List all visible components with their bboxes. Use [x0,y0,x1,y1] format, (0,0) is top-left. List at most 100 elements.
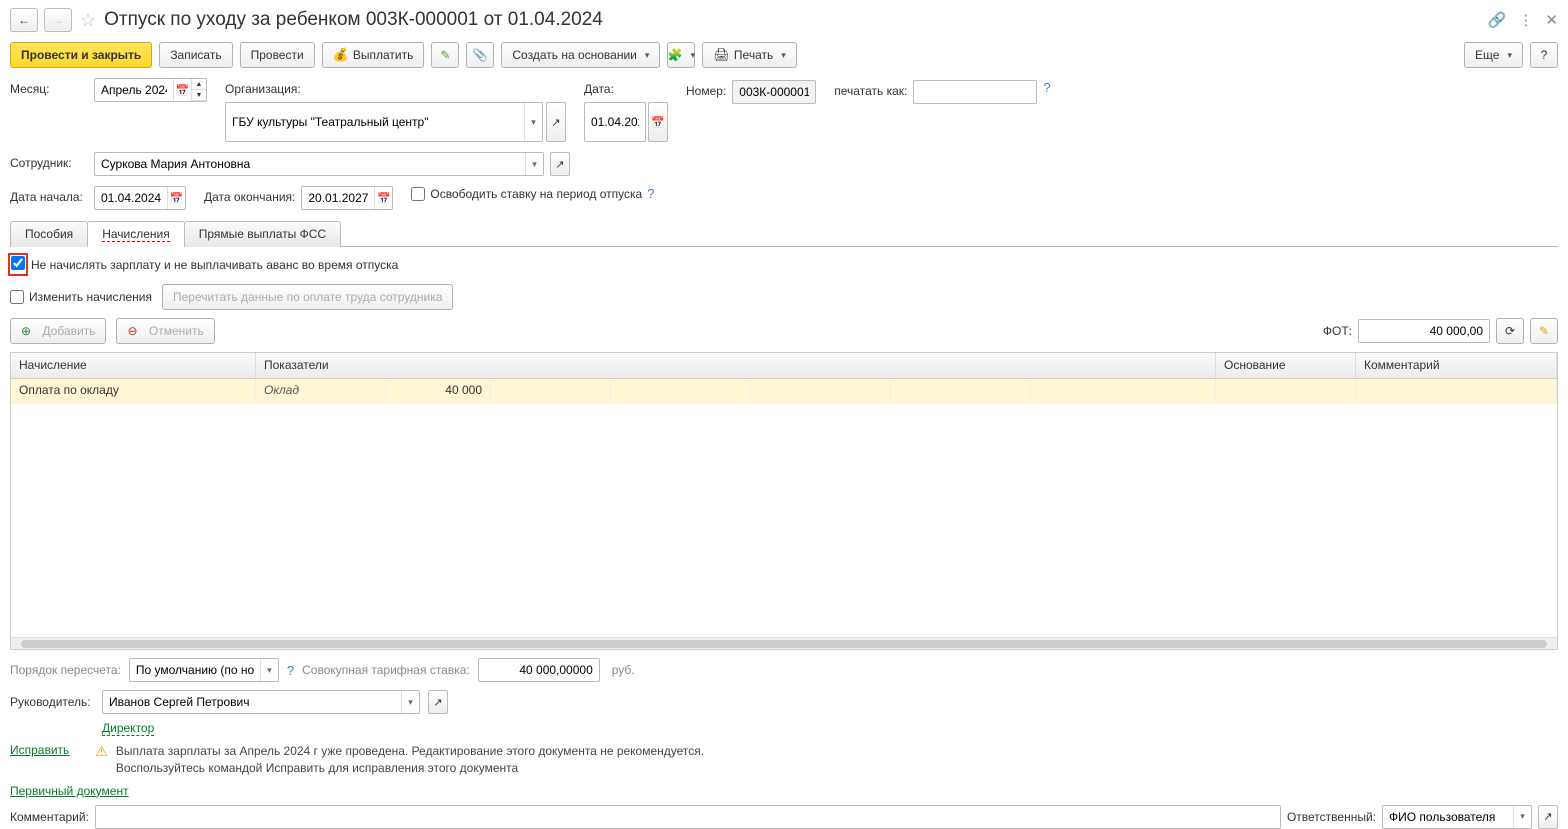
recalc-order-value[interactable] [130,659,260,681]
kebab-menu-icon[interactable]: ⋮ [1518,11,1533,29]
manager-value[interactable] [103,691,401,713]
org-input[interactable]: ▾ [225,102,543,142]
date-input[interactable] [584,102,646,142]
help-icon[interactable]: ? [647,186,654,201]
chevron-down-icon[interactable]: ▾ [525,153,543,175]
horizontal-scrollbar[interactable] [11,637,1557,649]
print-as-input[interactable] [913,80,1037,104]
org-open-button[interactable]: ↗ [546,102,566,142]
responsible-input[interactable]: ▾ [1382,805,1532,829]
spinner-down-icon[interactable]: ▼ [191,90,206,101]
calendar-icon[interactable]: 📅 [374,187,392,209]
col-indicators: Показатели [256,353,1216,378]
primary-doc-link[interactable]: Первичный документ [10,784,129,798]
responsible-value[interactable] [1383,806,1513,828]
close-icon[interactable]: ✕ [1545,11,1558,29]
edit-button[interactable]: ✎ [1530,318,1558,344]
print-as-value[interactable] [914,81,1036,103]
add-button[interactable]: ⊕ Добавить [10,318,106,344]
manager-position-link[interactable]: Директор [102,721,154,736]
fot-input[interactable] [1358,319,1490,343]
tab-fss[interactable]: Прямые выплаты ФСС [184,221,341,247]
cell-indicator-value: 40 000 [386,379,491,404]
comment-label: Комментарий: [10,810,89,824]
end-date-label: Дата окончания: [204,186,295,204]
spinner-up-icon[interactable]: ▲ [191,79,206,90]
recalc-order-label: Порядок пересчета: [10,663,121,677]
cancel-button[interactable]: ⊖ Отменить [116,318,214,344]
structure-icon: 🧩 [668,48,683,62]
pay-button[interactable]: 💰Выплатить [322,42,425,68]
post-button[interactable]: Провести [240,42,315,68]
nav-back-button[interactable]: ← [10,8,38,32]
chevron-down-icon[interactable]: ▾ [1513,806,1531,828]
change-accruals-checkbox[interactable] [10,290,24,304]
fot-value[interactable] [1359,320,1489,342]
end-date-value[interactable] [302,187,374,209]
date-calendar-button[interactable]: 📅 [648,102,668,142]
table-row[interactable]: Оплата по окладу Оклад 40 000 [11,379,1557,404]
release-rate-label: Освободить ставку на период отпуска [430,187,642,201]
start-date-input[interactable]: 📅 [94,186,186,210]
printer-icon: 🖨 [713,47,730,63]
create-based-button[interactable]: Создать на основании [501,42,660,68]
manager-label: Руководитель: [10,695,94,709]
reread-button[interactable]: Перечитать данные по оплате труда сотруд… [162,284,453,310]
release-rate-checkbox[interactable] [411,187,425,201]
date-label: Дата: [584,78,614,96]
responsible-open-button[interactable]: ↗ [1538,805,1558,829]
month-value[interactable] [95,79,173,101]
no-salary-checkbox[interactable] [11,256,25,270]
date-value[interactable] [585,103,645,141]
comment-input[interactable] [95,805,1281,829]
responsible-label: Ответственный: [1287,810,1376,824]
number-value [733,81,815,103]
start-date-value[interactable] [95,187,167,209]
number-label: Номер: [686,80,726,98]
attach-button[interactable]: 📎 [466,42,494,68]
recalc-order-select[interactable]: ▾ [129,658,279,682]
employee-open-button[interactable]: ↗ [550,152,570,176]
save-button[interactable]: Записать [159,42,232,68]
no-salary-label: Не начислять зарплату и не выплачивать а… [31,258,398,272]
total-rate-input[interactable] [478,658,600,682]
fix-link[interactable]: Исправить [10,743,69,757]
comment-value[interactable] [96,806,1280,828]
structure-button[interactable]: 🧩 [667,42,695,68]
nav-forward-button[interactable]: → [44,8,72,32]
refresh-button[interactable]: ⟳ [1496,318,1524,344]
favorite-icon[interactable]: ☆ [80,10,96,31]
help-icon[interactable]: ? [287,663,294,678]
calendar-icon[interactable]: 📅 [173,79,191,101]
calendar-icon[interactable]: 📅 [167,187,185,209]
plus-icon: ⊕ [21,324,31,338]
fot-label: ФОТ: [1323,324,1352,338]
help-icon[interactable]: ? [1043,80,1050,95]
submit-close-button[interactable]: Провести и закрыть [10,42,152,68]
number-field [732,80,816,104]
accruals-table: Начисление Показатели Основание Коммента… [10,352,1558,650]
end-date-input[interactable]: 📅 [301,186,393,210]
highlight-button[interactable]: ✎ [431,42,459,68]
help-button[interactable]: ? [1530,42,1558,68]
tab-accruals[interactable]: Начисления [87,221,185,247]
chevron-down-icon[interactable]: ▾ [401,691,419,713]
total-rate-unit: руб. [612,663,635,677]
manager-input[interactable]: ▾ [102,690,420,714]
chevron-down-icon[interactable]: ▾ [260,659,278,681]
more-button[interactable]: Еще [1464,42,1523,68]
employee-value[interactable] [95,153,525,175]
chevron-down-icon[interactable]: ▾ [524,103,542,141]
month-input[interactable]: 📅 ▲ ▼ [94,78,207,102]
org-value[interactable] [226,103,524,141]
highlight-icon: ✎ [440,48,450,62]
total-rate-value[interactable] [479,659,599,681]
manager-open-button[interactable]: ↗ [428,690,448,714]
print-as-label: печатать как: [834,80,907,98]
print-button[interactable]: 🖨Печать [702,42,796,68]
month-label: Месяц: [10,78,88,96]
tab-benefits[interactable]: Пособия [10,221,88,247]
employee-label: Сотрудник: [10,152,88,170]
employee-input[interactable]: ▾ [94,152,544,176]
link-icon[interactable]: 🔗 [1488,11,1507,29]
